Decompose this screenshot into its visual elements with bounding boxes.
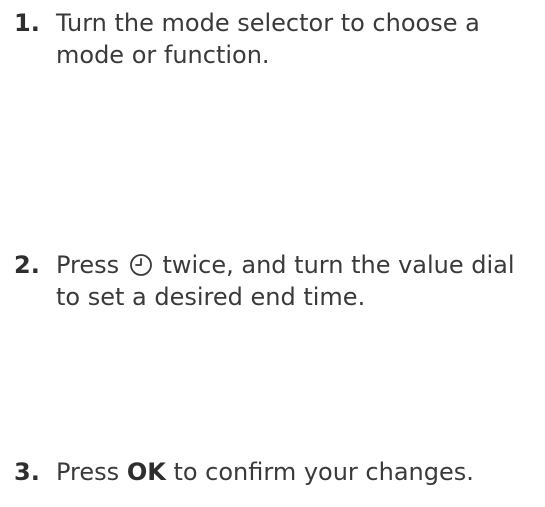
- step-text-before-bold: Press: [56, 458, 120, 486]
- ok-key-label: OK: [126, 458, 166, 486]
- clock-icon: [129, 254, 152, 276]
- step-3: 3. Press OK to confirm your changes.: [14, 456, 534, 488]
- step-text-before-icon: Press: [56, 251, 120, 279]
- step-number: 2.: [14, 251, 40, 279]
- step-text-after-icon: twice, and turn the value dial to set a …: [56, 251, 515, 311]
- step-text: Press twice, and turn the value dial to …: [56, 249, 534, 313]
- step-text-after-bold: to confirm your changes.: [173, 458, 474, 486]
- step-2: 2. Press twice, and turn the value dial …: [14, 249, 534, 313]
- step-number: 3.: [14, 458, 40, 486]
- step-text: Press OK to confirm your changes.: [56, 456, 534, 488]
- step-1: 1. Turn the mode selector to choose a mo…: [14, 7, 534, 71]
- step-text: Turn the mode selector to choose a mode …: [56, 9, 480, 69]
- step-number: 1.: [14, 9, 40, 37]
